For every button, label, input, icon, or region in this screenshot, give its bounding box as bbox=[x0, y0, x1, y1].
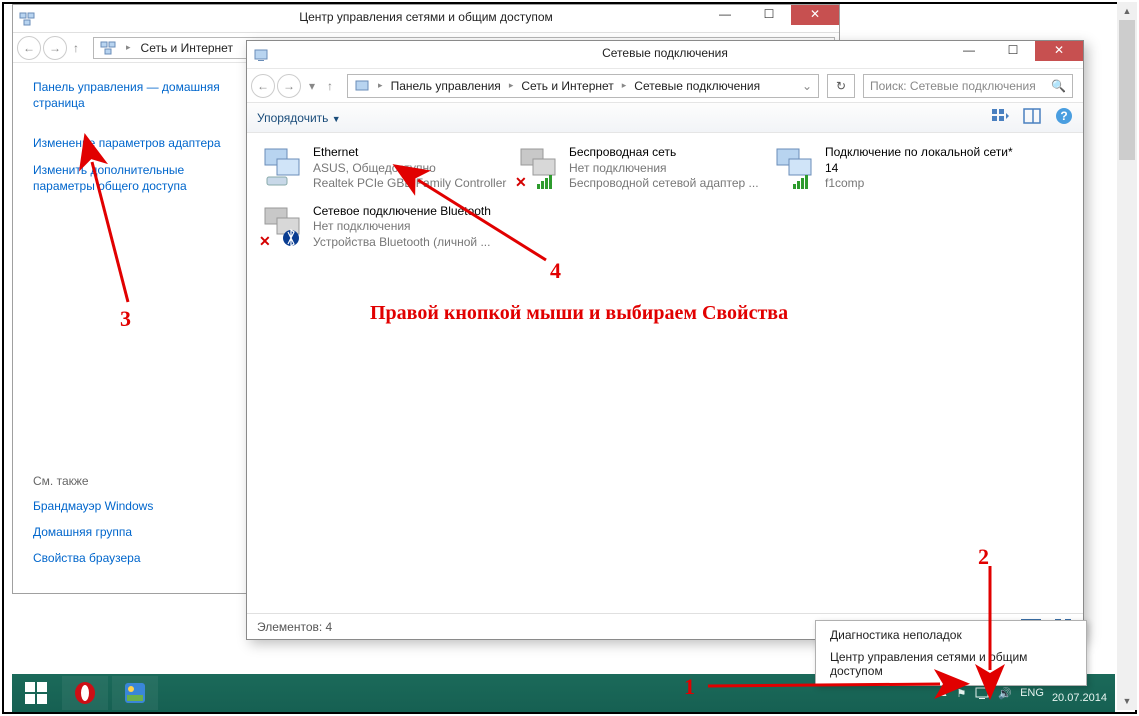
breadcrumb-bar[interactable]: ▸ Панель управления ▸ Сеть и Интернет ▸ … bbox=[347, 74, 819, 98]
sidebar-see-also-header: См. также bbox=[33, 474, 228, 488]
nav-forward-button[interactable]: → bbox=[277, 74, 301, 98]
tray-language[interactable]: ENG bbox=[1020, 687, 1044, 699]
sidebar-link-adapter-settings[interactable]: Изменение параметров адаптера bbox=[33, 135, 228, 151]
wifi-icon: ✕ bbox=[517, 145, 561, 189]
tray-flag-icon[interactable]: ⚑ bbox=[957, 687, 967, 700]
close-button[interactable]: ✕ bbox=[791, 5, 839, 25]
location-icon bbox=[100, 40, 116, 56]
search-placeholder: Поиск: Сетевые подключения bbox=[870, 79, 1036, 93]
nav-forward-button[interactable]: → bbox=[43, 36, 67, 60]
refresh-button[interactable]: ↻ bbox=[827, 74, 855, 98]
maximize-button[interactable]: ☐ bbox=[747, 5, 791, 25]
search-input[interactable]: Поиск: Сетевые подключения 🔍 bbox=[863, 74, 1073, 98]
toolbar: Упорядочить ▼ ? bbox=[247, 103, 1083, 133]
wifi-icon bbox=[773, 145, 817, 189]
crumb-network-internet[interactable]: Сеть и Интернет bbox=[521, 79, 613, 93]
organize-button[interactable]: Упорядочить ▼ bbox=[257, 111, 341, 125]
address-bar: ← → ▾ ↑ ▸ Панель управления ▸ Сеть и Инт… bbox=[247, 69, 1083, 103]
sidebar-link-home[interactable]: Панель управления — домашняя страница bbox=[33, 79, 228, 111]
help-button[interactable]: ? bbox=[1055, 107, 1073, 125]
sidebar-link-firewall[interactable]: Брандмауэр Windows bbox=[33, 498, 228, 514]
crumb-control-panel[interactable]: Панель управления bbox=[391, 79, 501, 93]
page-scrollbar[interactable]: ▲ ▼ bbox=[1117, 2, 1137, 710]
connection-status: Нет подключения bbox=[313, 219, 491, 235]
connection-status: f1comp bbox=[825, 176, 1023, 192]
disabled-x-icon: ✕ bbox=[259, 233, 271, 250]
bluetooth-icon: ✕ bbox=[261, 204, 305, 248]
connections-content: Ethernet ASUS, Общедоступно Realtek PCIe… bbox=[247, 135, 1083, 613]
start-button[interactable] bbox=[12, 674, 60, 712]
connection-name: Подключение по локальной сети* 14 bbox=[825, 145, 1023, 176]
dropdown-icon[interactable]: ⌄ bbox=[802, 79, 812, 93]
sidebar-link-sharing-settings[interactable]: Изменить дополнительные параметры общего… bbox=[33, 162, 228, 194]
titlebar: Центр управления сетями и общим доступом… bbox=[13, 5, 839, 33]
sidebar-link-homegroup[interactable]: Домашняя группа bbox=[33, 524, 228, 540]
connection-item-wireless[interactable]: ✕ Беспроводная сеть Нет подключения Бесп… bbox=[517, 145, 767, 192]
location-icon bbox=[354, 78, 370, 94]
nav-back-button[interactable]: ← bbox=[251, 74, 275, 98]
scroll-down-icon[interactable]: ▼ bbox=[1117, 692, 1137, 710]
preview-pane-button[interactable] bbox=[1023, 107, 1041, 125]
connection-item-ethernet[interactable]: Ethernet ASUS, Общедоступно Realtek PCIe… bbox=[261, 145, 511, 192]
annotation-number-4: 4 bbox=[550, 258, 561, 284]
titlebar: Сетевые подключения — ☐ ✕ bbox=[247, 41, 1083, 69]
menu-item-network-center[interactable]: Центр управления сетями и общим доступом bbox=[818, 646, 1084, 682]
nav-up-icon[interactable]: ↑ bbox=[327, 79, 333, 93]
annotation-number-1: 1 bbox=[684, 674, 695, 700]
tray-network-icon[interactable] bbox=[974, 684, 990, 703]
connection-status: ASUS, Общедоступно bbox=[313, 161, 506, 177]
window-network-connections: Сетевые подключения — ☐ ✕ ← → ▾ ↑ ▸ Пане… bbox=[246, 40, 1084, 640]
annotation-instruction: Правой кнопкой мыши и выбираем Свойства bbox=[370, 302, 788, 325]
close-button[interactable]: ✕ bbox=[1035, 41, 1083, 61]
connection-name: Ethernet bbox=[313, 145, 506, 161]
view-mode-button[interactable] bbox=[991, 107, 1009, 125]
nav-history-icon[interactable]: ▾ bbox=[309, 79, 315, 93]
tray-up-icon[interactable]: ▲ bbox=[939, 688, 949, 699]
menu-item-diagnose[interactable]: Диагностика неполадок bbox=[818, 624, 1084, 646]
nav-back-button[interactable]: ← bbox=[17, 36, 41, 60]
scroll-up-icon[interactable]: ▲ bbox=[1117, 2, 1137, 20]
tray-context-menu: Диагностика неполадок Центр управления с… bbox=[815, 620, 1087, 686]
maximize-button[interactable]: ☐ bbox=[991, 41, 1035, 61]
connection-name: Сетевое подключение Bluetooth bbox=[313, 204, 491, 220]
tray-date: 20.07.2014 bbox=[1052, 692, 1107, 704]
item-count: Элементов: 4 bbox=[257, 620, 332, 634]
ethernet-icon bbox=[261, 145, 305, 189]
connection-device: Устройства Bluetooth (личной ... bbox=[313, 235, 491, 251]
annotation-number-2: 2 bbox=[978, 544, 989, 570]
connection-device: Realtek PCIe GBE Family Controller bbox=[313, 176, 506, 192]
connection-item-local14[interactable]: Подключение по локальной сети* 14 f1comp bbox=[773, 145, 1023, 192]
connection-item-bluetooth[interactable]: ✕ Сетевое подключение Bluetooth Нет подк… bbox=[261, 204, 511, 251]
crumb-network-connections[interactable]: Сетевые подключения bbox=[634, 79, 760, 93]
taskbar-item-opera[interactable] bbox=[62, 676, 108, 710]
crumb-network[interactable]: Сеть и Интернет bbox=[141, 41, 233, 55]
scroll-thumb[interactable] bbox=[1119, 20, 1135, 160]
svg-text:?: ? bbox=[1060, 109, 1067, 123]
sidebar-link-browser[interactable]: Свойства браузера bbox=[33, 550, 228, 566]
minimize-button[interactable]: — bbox=[703, 5, 747, 25]
nav-up-icon[interactable]: ↑ bbox=[73, 41, 79, 55]
search-icon: 🔍 bbox=[1051, 79, 1066, 93]
tray-volume-icon[interactable]: 🔊 bbox=[998, 687, 1012, 700]
disabled-x-icon: ✕ bbox=[515, 174, 527, 191]
taskbar-item-app[interactable] bbox=[112, 676, 158, 710]
connection-name: Беспроводная сеть bbox=[569, 145, 759, 161]
minimize-button[interactable]: — bbox=[947, 41, 991, 61]
connection-device: Беспроводной сетевой адаптер ... bbox=[569, 176, 759, 192]
connection-status: Нет подключения bbox=[569, 161, 759, 177]
annotation-number-3: 3 bbox=[120, 306, 131, 332]
